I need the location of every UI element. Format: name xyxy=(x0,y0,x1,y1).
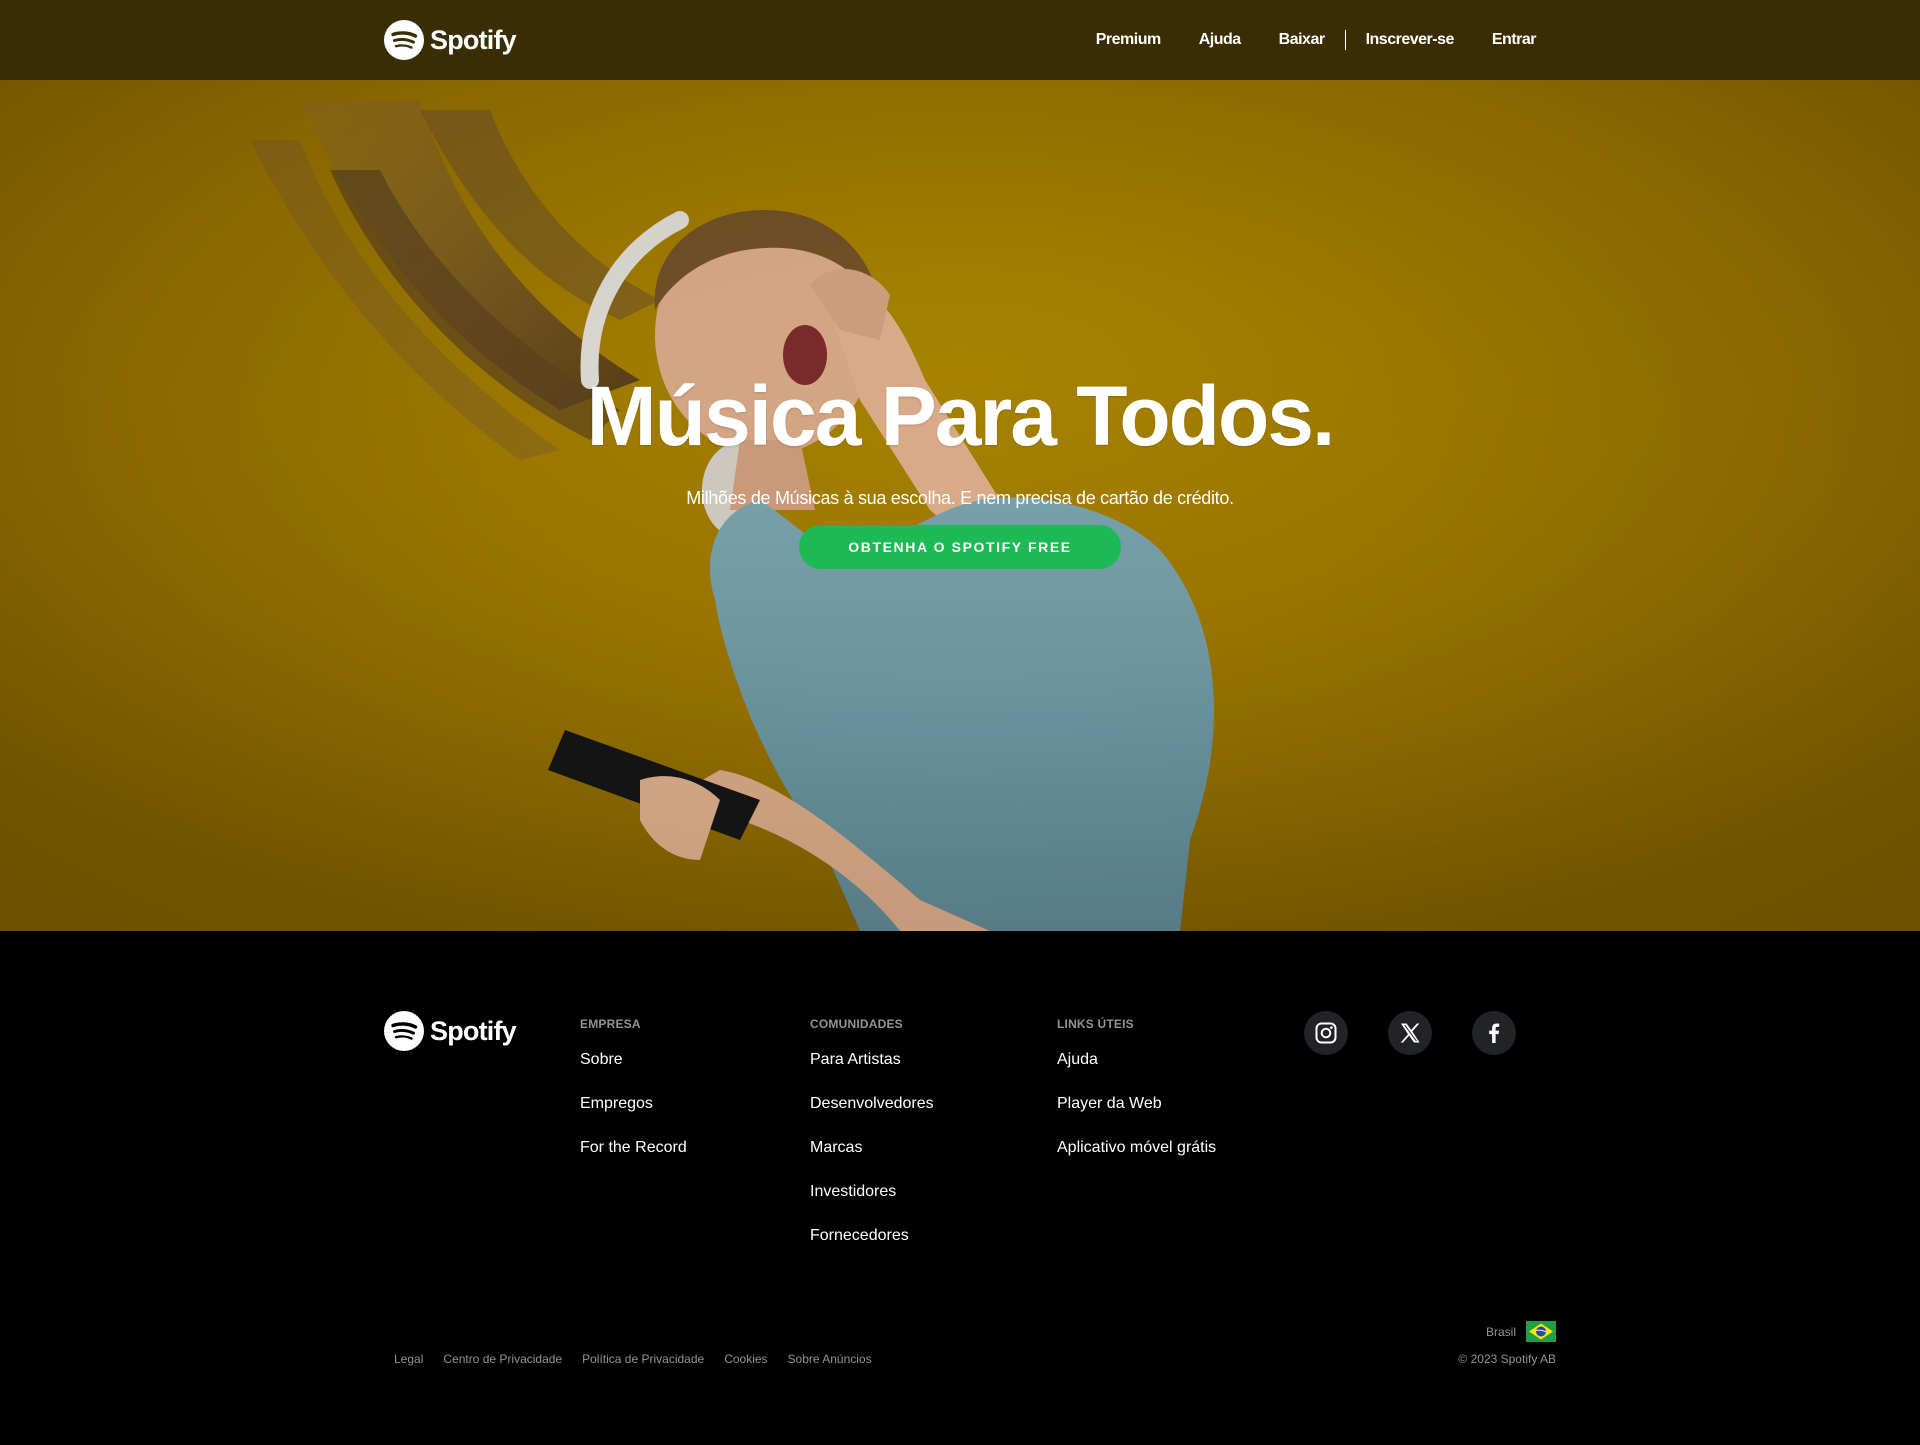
footer-column-empresa: EMPRESA Sobre Empregos For the Record xyxy=(580,1011,687,1181)
header-logo-text: Spotify xyxy=(430,24,517,55)
footer-column-title: EMPRESA xyxy=(580,1017,641,1031)
footer-link-investidores[interactable]: Investidores xyxy=(810,1183,896,1200)
legal-links: Legal Centro de Privacidade Política de … xyxy=(394,1352,872,1366)
footer-link-desenvolvedores[interactable]: Desenvolvedores xyxy=(810,1095,934,1112)
legal-link-cookies[interactable]: Cookies xyxy=(724,1352,767,1366)
facebook-link[interactable] xyxy=(1472,1011,1516,1055)
nav-inscrever-se[interactable]: Inscrever-se xyxy=(1347,30,1473,50)
footer-column-title: COMUNIDADES xyxy=(810,1017,903,1031)
nav-premium[interactable]: Premium xyxy=(1077,30,1180,50)
brazil-flag-icon xyxy=(1526,1321,1556,1342)
social-links xyxy=(1304,1011,1516,1055)
footer-link-para-artistas[interactable]: Para Artistas xyxy=(810,1051,901,1068)
instagram-link[interactable] xyxy=(1304,1011,1348,1055)
hero-title: Música Para Todos. xyxy=(586,369,1336,463)
hero-content: Música Para Todos. Milhões de Músicas à … xyxy=(0,369,1920,570)
footer-link-empregos[interactable]: Empregos xyxy=(580,1095,653,1112)
nav-divider xyxy=(1344,30,1346,50)
site-footer: Spotify EMPRESA Sobre Empregos For the R… xyxy=(0,931,1920,1445)
footer-link-aplicativo-movel[interactable]: Aplicativo móvel grátis xyxy=(1057,1139,1216,1156)
region-selector[interactable]: Brasil xyxy=(1486,1321,1556,1342)
instagram-icon xyxy=(1315,1022,1337,1044)
nav-ajuda[interactable]: Ajuda xyxy=(1180,30,1260,50)
footer-link-fornecedores[interactable]: Fornecedores xyxy=(810,1227,909,1244)
legal-link-centro-de-privacidade[interactable]: Centro de Privacidade xyxy=(443,1352,562,1366)
header-logo-link[interactable]: Spotify xyxy=(384,20,517,60)
footer-top: Spotify EMPRESA Sobre Empregos For the R… xyxy=(384,1011,1536,1291)
footer-logo-text: Spotify xyxy=(430,1015,517,1046)
footer-link-marcas[interactable]: Marcas xyxy=(810,1139,862,1156)
copyright-text: © 2023 Spotify AB xyxy=(1458,1352,1556,1366)
site-header: Spotify Premium Ajuda Baixar Inscrever-s… xyxy=(0,0,1920,80)
footer-column-links-uteis: LINKS ÚTEIS Ajuda Player da Web Aplicati… xyxy=(1057,1011,1216,1181)
footer-logo-link[interactable]: Spotify xyxy=(384,1011,517,1051)
nav-baixar[interactable]: Baixar xyxy=(1260,30,1344,50)
hero-subtitle: Milhões de Músicas à sua escolha. E nem … xyxy=(686,488,1234,509)
footer-link-ajuda[interactable]: Ajuda xyxy=(1057,1051,1098,1068)
region-label: Brasil xyxy=(1485,1324,1516,1339)
hero-section: Música Para Todos. Milhões de Músicas à … xyxy=(0,80,1920,931)
footer-link-player-da-web[interactable]: Player da Web xyxy=(1057,1095,1162,1112)
footer-column-title: LINKS ÚTEIS xyxy=(1057,1017,1134,1031)
nav-entrar[interactable]: Entrar xyxy=(1473,30,1537,50)
legal-link-legal[interactable]: Legal xyxy=(394,1352,423,1366)
footer-bottom: Legal Centro de Privacidade Política de … xyxy=(384,1321,1556,1381)
footer-link-for-the-record[interactable]: For the Record xyxy=(580,1139,687,1156)
legal-link-sobre-anuncios[interactable]: Sobre Anúncios xyxy=(788,1352,872,1366)
spotify-logo-icon xyxy=(384,20,424,60)
x-twitter-icon xyxy=(1400,1023,1420,1043)
legal-link-politica-de-privacidade[interactable]: Política de Privacidade xyxy=(582,1352,704,1366)
header-inner: Spotify Premium Ajuda Baixar Inscrever-s… xyxy=(384,0,1537,80)
facebook-icon xyxy=(1489,1023,1500,1043)
get-spotify-free-button[interactable]: OBTENHA O SPOTIFY FREE xyxy=(799,525,1121,570)
footer-link-sobre[interactable]: Sobre xyxy=(580,1051,623,1068)
footer-column-comunidades: COMUNIDADES Para Artistas Desenvolvedore… xyxy=(810,1011,934,1269)
spotify-logo-icon xyxy=(384,1011,424,1051)
main-nav: Premium Ajuda Baixar Inscrever-se Entrar xyxy=(1077,30,1537,50)
x-twitter-link[interactable] xyxy=(1388,1011,1432,1055)
page: Spotify Premium Ajuda Baixar Inscrever-s… xyxy=(0,0,1920,1445)
